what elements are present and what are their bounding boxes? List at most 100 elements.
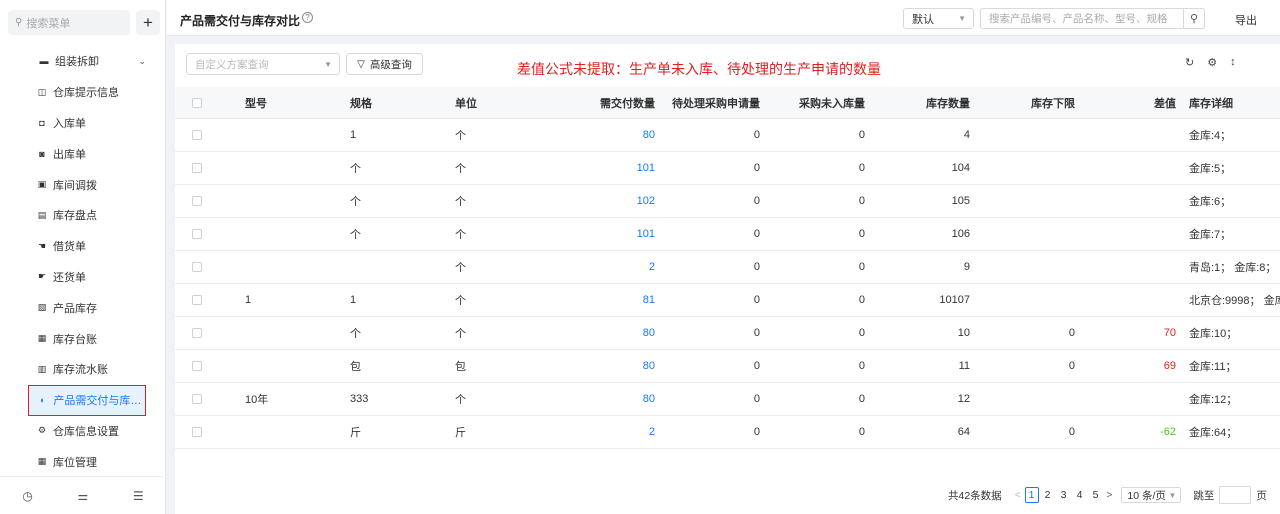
select-all-checkbox[interactable]: [192, 87, 204, 118]
sidebar-item-10[interactable]: ▥ 库存流水账: [0, 354, 166, 385]
help-icon[interactable]: ?: [302, 12, 313, 23]
stock-detail-cell: 金库:4；: [1189, 130, 1232, 142]
row-checkbox[interactable]: [192, 218, 204, 250]
table-row: 包 包 80 0 0 11 0 69 金库:11；: [175, 350, 1280, 383]
column-header-stock-lower-limit[interactable]: 库存下限: [980, 87, 1075, 118]
sliders-icon[interactable]: ⚌: [77, 489, 88, 503]
column-header-spec[interactable]: 规格: [350, 87, 440, 118]
page-number-button[interactable]: 3: [1057, 487, 1071, 503]
menu-search-input[interactable]: ⚲ 搜索菜单: [8, 10, 130, 35]
column-height-icon[interactable]: ↕: [1230, 56, 1236, 69]
column-header-purchase-not-stocked[interactable]: 采购未入库量: [770, 87, 865, 118]
product-search-input[interactable]: 搜索产品编号、产品名称、型号、规格: [980, 8, 1184, 29]
demand-link[interactable]: 80: [565, 317, 655, 349]
demand-link[interactable]: 101: [565, 152, 655, 184]
stock-lower-limit-cell: [980, 284, 1075, 316]
stock-detail-cell: 金库:6；: [1189, 196, 1232, 208]
row-checkbox[interactable]: [192, 284, 204, 316]
table-row: 个 个 101 0 0 106 金库:7；: [175, 218, 1280, 251]
sidebar-item-3[interactable]: ◙ 出库单: [0, 138, 166, 169]
row-checkbox[interactable]: [192, 251, 204, 283]
column-header-stock-detail[interactable]: 库存详细: [1189, 87, 1280, 118]
demand-link[interactable]: 2: [565, 251, 655, 283]
sidebar-item-1[interactable]: ◫ 仓库提示信息: [0, 77, 166, 108]
gear-icon: ⚙: [37, 425, 47, 436]
demand-link[interactable]: 101: [565, 218, 655, 250]
spec-cell: 斤: [350, 427, 361, 439]
demand-link[interactable]: 80: [565, 350, 655, 382]
collapse-menu-icon[interactable]: ☰: [133, 489, 144, 503]
stock-cell: 9: [963, 261, 970, 273]
add-menu-button[interactable]: +: [136, 10, 160, 35]
sidebar-item-8[interactable]: ▧ 产品库存: [0, 292, 166, 323]
column-header-demand[interactable]: 需交付数量: [565, 87, 655, 118]
row-checkbox[interactable]: [192, 383, 204, 415]
row-checkbox[interactable]: [192, 152, 204, 184]
page-number-button[interactable]: 1: [1024, 487, 1039, 503]
purchase-not-stocked-cell: 0: [858, 393, 865, 405]
page-number-button[interactable]: 5: [1089, 487, 1103, 503]
difference-cell: 69: [1163, 360, 1176, 372]
sidebar-item-0[interactable]: ▬ 组装拆卸 ⌄: [0, 46, 166, 77]
row-checkbox[interactable]: [192, 317, 204, 349]
page-number-button[interactable]: 4: [1073, 487, 1087, 503]
sidebar-item-5[interactable]: ▤ 库存盘点: [0, 200, 166, 231]
sidebar-item-2[interactable]: ◘ 入库单: [0, 108, 166, 139]
sidebar-item-7[interactable]: ☛ 还货单: [0, 262, 166, 293]
column-header-model[interactable]: 型号: [245, 87, 335, 118]
spec-cell: [350, 251, 440, 283]
pending-purchase-cell: 0: [753, 393, 760, 405]
stock-lower-limit-cell: [980, 119, 1075, 151]
demand-link[interactable]: 80: [565, 383, 655, 415]
row-checkbox[interactable]: [192, 416, 204, 448]
history-icon[interactable]: ◷: [22, 489, 32, 503]
sidebar-item-12[interactable]: ⚙ 仓库信息设置: [0, 416, 166, 447]
row-checkbox[interactable]: [192, 350, 204, 382]
stock-cell: 106: [951, 228, 970, 240]
row-checkbox[interactable]: [192, 119, 204, 151]
custom-scheme-select[interactable]: 自定义方案查询 ▼: [186, 53, 340, 75]
model-cell: [245, 251, 335, 283]
sidebar-item-6[interactable]: ☚ 借货单: [0, 231, 166, 262]
spec-cell: 个: [350, 196, 361, 208]
unit-cell: 个: [455, 229, 466, 241]
search-button[interactable]: ⚲: [1183, 8, 1205, 29]
export-button[interactable]: 导出: [1235, 12, 1257, 28]
sidebar-item-label: 入库单: [53, 117, 86, 130]
next-page-button[interactable]: >: [1107, 490, 1113, 501]
demand-link[interactable]: 2: [565, 416, 655, 448]
advanced-query-button[interactable]: ▽ 高级查询: [346, 53, 423, 75]
column-header-difference[interactable]: 差值: [1080, 87, 1176, 118]
page-number-button[interactable]: 2: [1041, 487, 1055, 503]
filter-icon: ▽: [357, 58, 365, 70]
demand-link[interactable]: 80: [565, 119, 655, 151]
column-header-stock[interactable]: 库存数量: [875, 87, 970, 118]
goto-page-input[interactable]: [1219, 486, 1252, 504]
settings-icon[interactable]: ⚙: [1207, 56, 1217, 69]
difference-cell: [1080, 251, 1176, 283]
unit-cell: 个: [455, 328, 466, 340]
demand-link[interactable]: 102: [565, 185, 655, 217]
page-size-value: 10 条/页: [1127, 489, 1166, 502]
stock-lower-limit-cell: [980, 152, 1075, 184]
sidebar-item-11[interactable]: ◐ 产品需交付与库存...: [28, 384, 146, 416]
pending-purchase-cell: 0: [753, 129, 760, 141]
pending-purchase-cell: 0: [753, 261, 760, 273]
sidebar-item-label: 库存盘点: [53, 210, 97, 223]
row-checkbox[interactable]: [192, 185, 204, 217]
prev-page-button[interactable]: <: [1015, 490, 1021, 501]
sidebar-item-13[interactable]: ▦ 库位管理: [0, 446, 166, 477]
annotation-note: 差值公式未提取：生产单未入库、待处理的生产申请的数量: [517, 62, 881, 78]
column-header-pending-purchase[interactable]: 待处理采购申请量: [665, 87, 760, 118]
sidebar-item-label: 库间调拨: [53, 179, 97, 192]
pending-purchase-cell: 0: [753, 195, 760, 207]
page-size-select[interactable]: 10 条/页 ▼: [1121, 487, 1182, 503]
sidebar-item-4[interactable]: ▣ 库间调拨: [0, 169, 166, 200]
column-header-unit[interactable]: 单位: [455, 87, 545, 118]
sidebar-item-9[interactable]: ▦ 库存台账: [0, 323, 166, 354]
purchase-not-stocked-cell: 0: [858, 426, 865, 438]
sort-select[interactable]: 默认 ▼: [903, 8, 974, 29]
demand-link[interactable]: 81: [565, 284, 655, 316]
refresh-icon[interactable]: ↻: [1185, 56, 1194, 69]
stock-lower-limit-cell: 0: [1068, 360, 1075, 372]
